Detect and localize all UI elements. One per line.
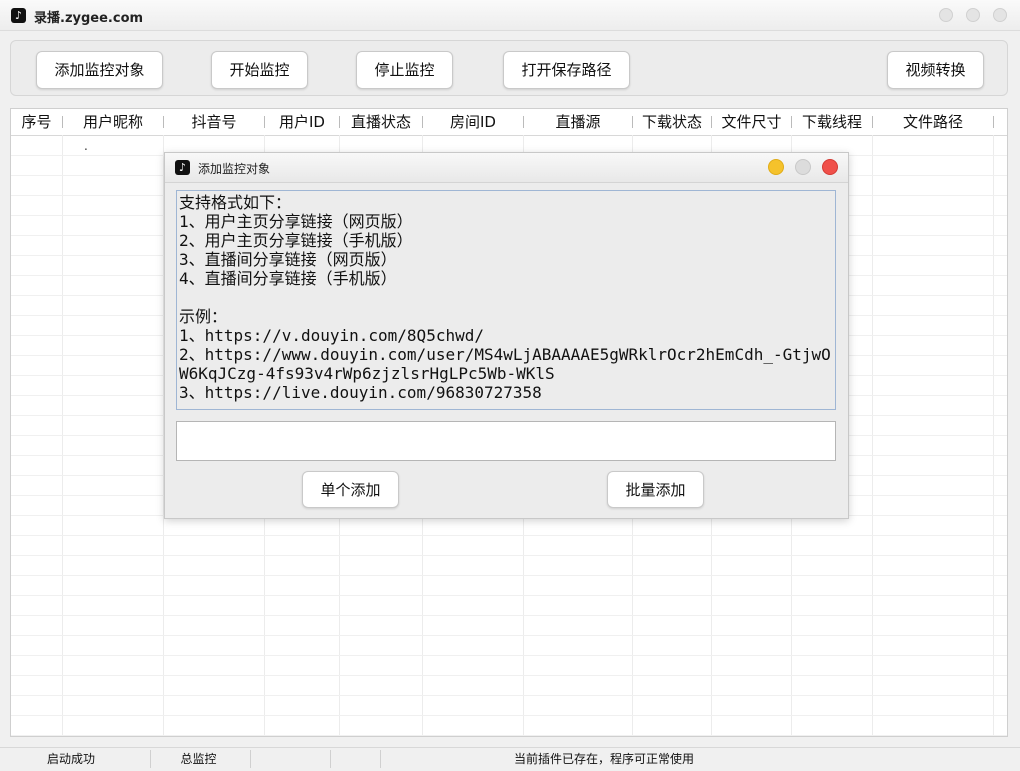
- supported-formats-text: 支持格式如下： 1、用户主页分享链接（网页版） 2、用户主页分享链接（手机版） 3、直…: [176, 190, 836, 410]
- tiktok-icon: ♪: [175, 160, 190, 175]
- stop-monitor-button[interactable]: 停止监控: [356, 51, 453, 89]
- single-add-button[interactable]: 单个添加: [302, 471, 399, 508]
- column-header-nickname[interactable]: 用户昵称: [63, 109, 163, 135]
- column-header-room-id[interactable]: 房间ID: [423, 109, 523, 135]
- dialog-maximize-button[interactable]: [795, 159, 811, 175]
- dialog-title-bar: ♪ 添加监控对象: [165, 153, 848, 183]
- info-line: 2、用户主页分享链接（手机版）: [179, 231, 413, 250]
- window-title: 录播.zygee.com: [34, 11, 144, 26]
- table-row-marker: .: [84, 139, 88, 153]
- table-header: 序号 用户昵称 抖音号 用户ID 直播状态 房间ID 直播源 下载状态 文件尺寸…: [11, 109, 1007, 136]
- window-title-bar: ♪ 录播.zygee.com: [0, 0, 1020, 31]
- toolbar: 添加监控对象 开始监控 停止监控 打开保存路径 视频转换: [10, 40, 1008, 96]
- column-header-user-id[interactable]: 用户ID: [265, 109, 339, 135]
- start-monitor-button[interactable]: 开始监控: [211, 51, 308, 89]
- tiktok-icon: ♪: [11, 8, 26, 23]
- add-target-dialog: ♪ 添加监控对象 支持格式如下： 1、用户主页分享链接（网页版） 2、用户主页分享链…: [164, 152, 849, 519]
- dialog-close-button[interactable]: [822, 159, 838, 175]
- status-message: 当前插件已存在，程序可正常使用: [513, 752, 694, 766]
- add-target-button[interactable]: 添加监控对象: [36, 51, 163, 89]
- column-header-live-source[interactable]: 直播源: [524, 109, 632, 135]
- info-line: 示例：: [179, 307, 228, 326]
- maximize-button[interactable]: [966, 8, 980, 22]
- column-header-download-status[interactable]: 下载状态: [633, 109, 711, 135]
- column-header-download-threads[interactable]: 下载线程: [792, 109, 872, 135]
- open-save-path-button[interactable]: 打开保存路径: [503, 51, 630, 89]
- info-line: 4、直播间分享链接（手机版）: [179, 269, 397, 288]
- url-input[interactable]: [176, 421, 836, 461]
- column-header-index[interactable]: 序号: [11, 109, 62, 135]
- dialog-title: 添加监控对象: [198, 162, 271, 176]
- dialog-minimize-button[interactable]: [768, 159, 784, 175]
- batch-add-button[interactable]: 批量添加: [607, 471, 704, 508]
- column-header-file-path[interactable]: 文件路径: [873, 109, 993, 135]
- info-line: [179, 288, 833, 307]
- info-line: 3、直播间分享链接（网页版）: [179, 250, 397, 269]
- info-line: 支持格式如下：: [179, 193, 292, 212]
- info-line: 2、https://www.douyin.com/user/MS4wLjABAA…: [179, 345, 831, 383]
- status-startup: 启动成功: [46, 752, 95, 766]
- status-bar: 启动成功 总监控 当前插件已存在，程序可正常使用: [0, 747, 1020, 771]
- close-button[interactable]: [993, 8, 1007, 22]
- minimize-button[interactable]: [939, 8, 953, 22]
- info-line: 3、https://live.douyin.com/96830727358: [179, 383, 542, 402]
- column-header-live-status[interactable]: 直播状态: [340, 109, 422, 135]
- column-header-douyin-id[interactable]: 抖音号: [164, 109, 264, 135]
- info-line: 1、用户主页分享链接（网页版）: [179, 212, 413, 231]
- status-monitor: 总监控: [180, 752, 217, 766]
- column-header-file-size[interactable]: 文件尺寸: [712, 109, 791, 135]
- video-convert-button[interactable]: 视频转换: [887, 51, 984, 89]
- info-line: 1、https://v.douyin.com/8Q5chwd/: [179, 326, 484, 345]
